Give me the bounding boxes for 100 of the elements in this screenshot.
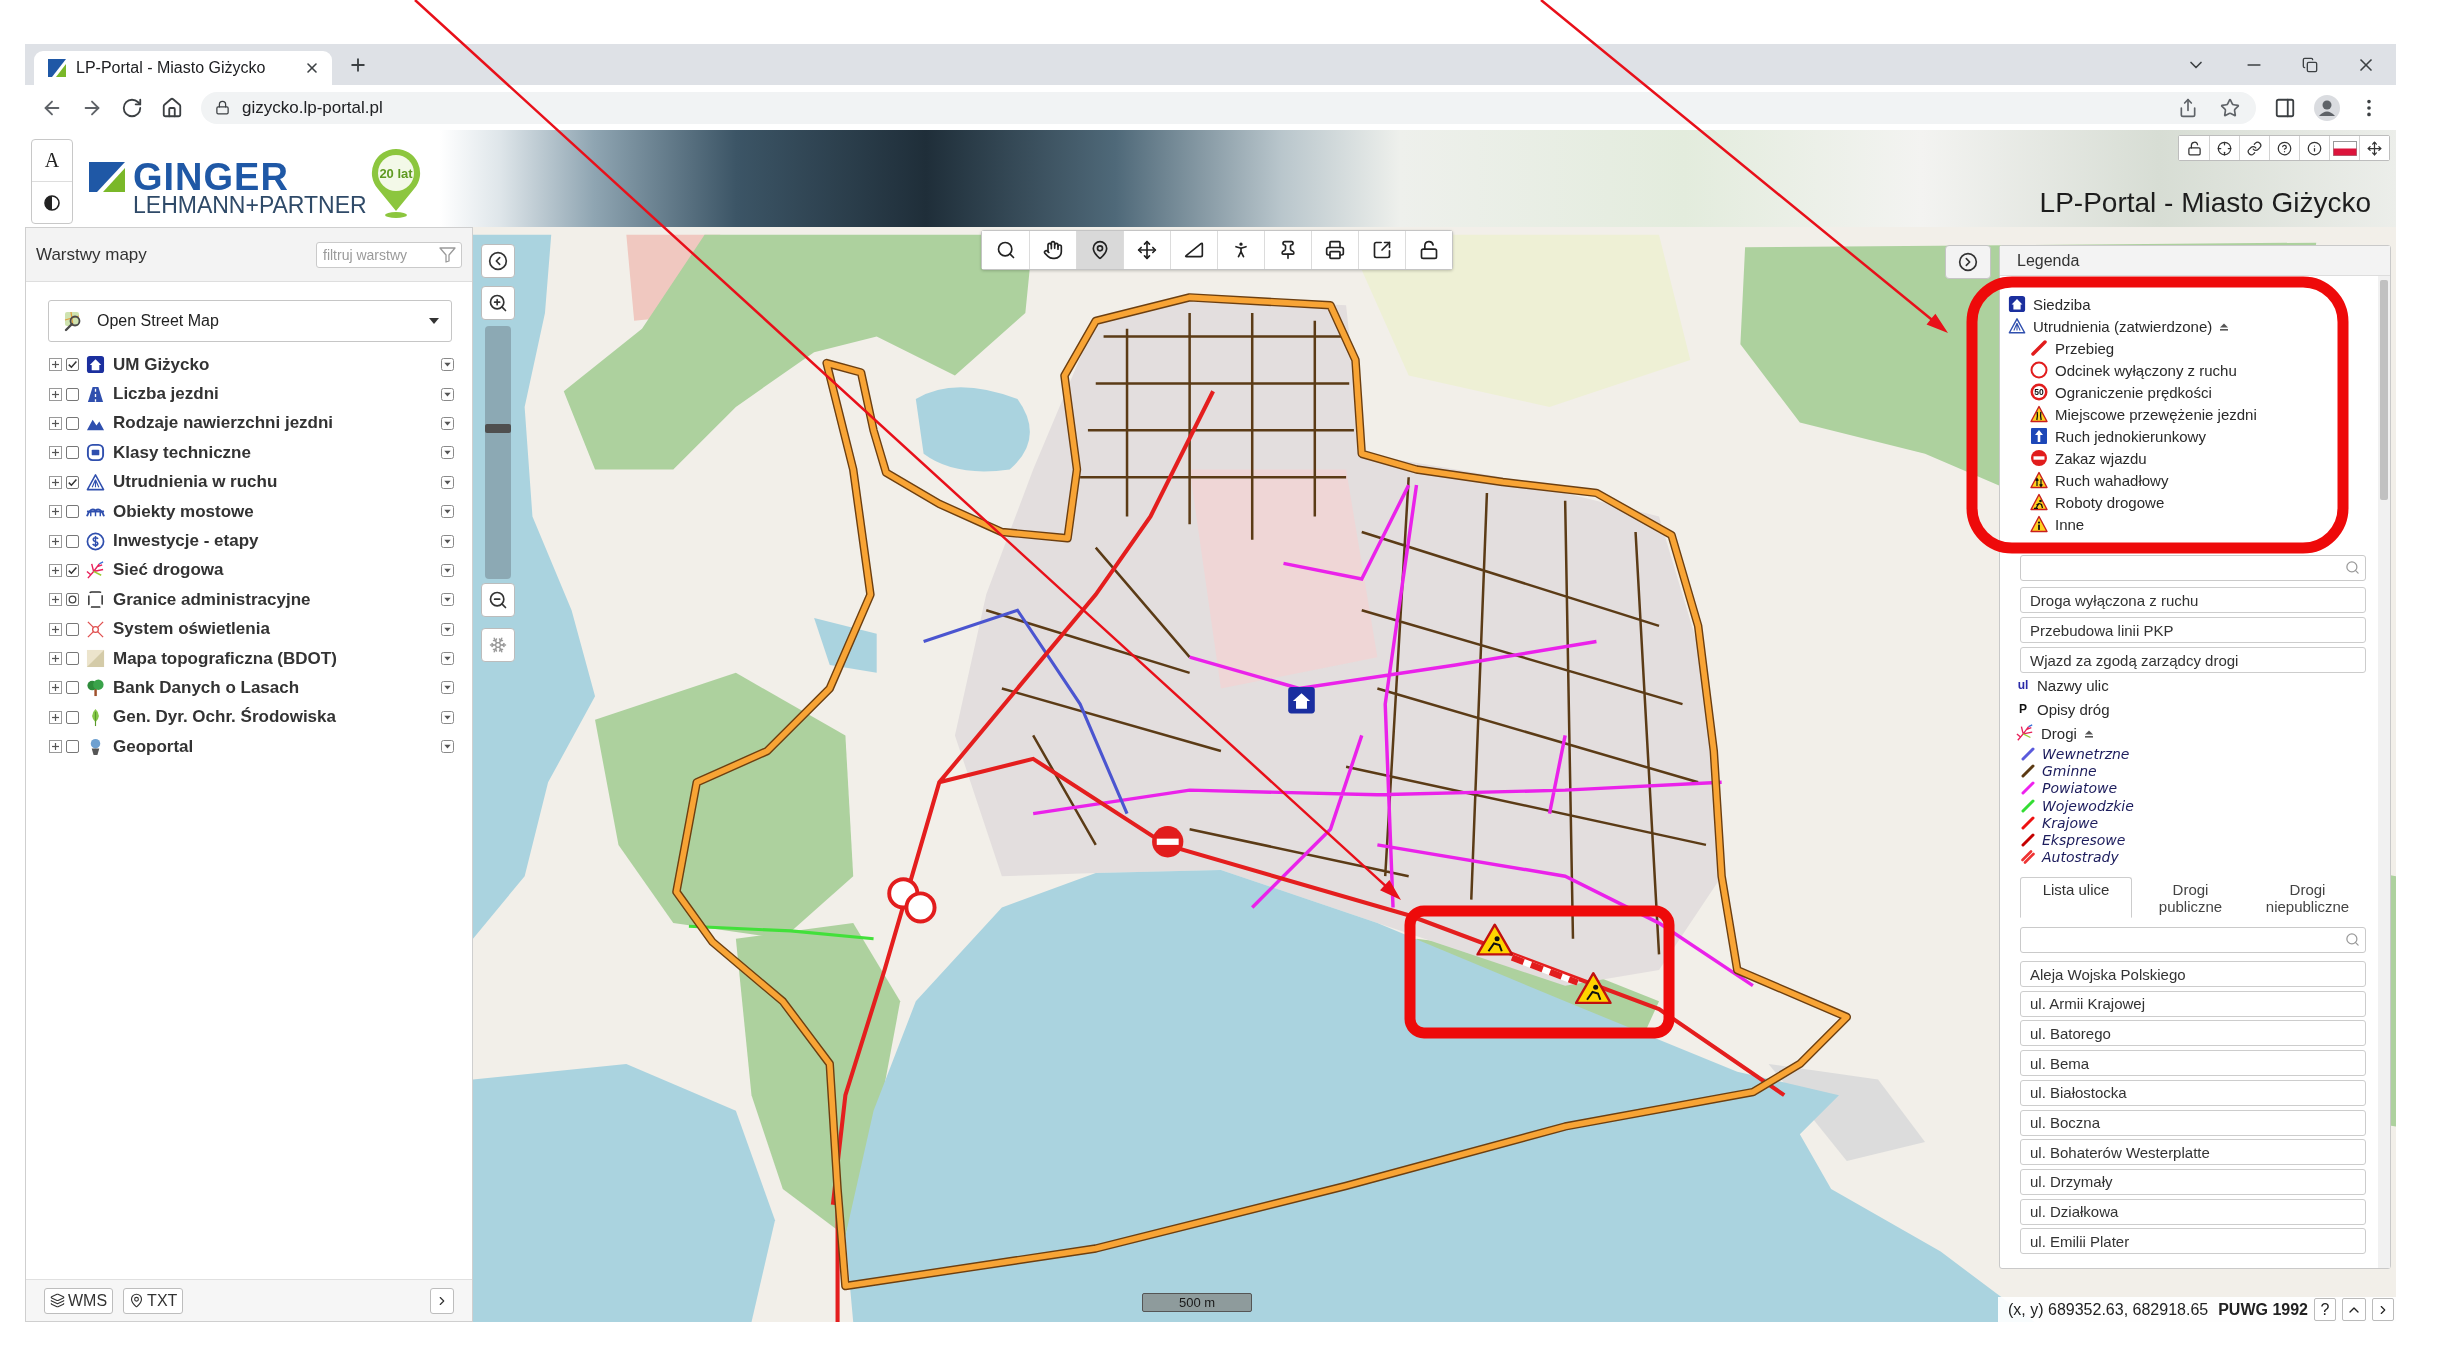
layer-checkbox[interactable]	[66, 593, 79, 607]
layer-name[interactable]: Sieć drogowa	[113, 560, 441, 581]
reload-icon[interactable]	[121, 96, 143, 119]
collapse-button[interactable]	[2342, 1298, 2366, 1321]
next-button[interactable]	[2372, 1298, 2394, 1321]
zoom-in-button[interactable]	[481, 286, 515, 320]
expand-icon[interactable]	[49, 358, 62, 372]
print-tool-button[interactable]	[1311, 231, 1358, 269]
collapse-toggle-icon[interactable]	[2219, 321, 2230, 331]
expand-icon[interactable]	[49, 563, 62, 577]
ruler-triangle-tool-button[interactable]	[1170, 231, 1217, 269]
collapse-toggle-icon[interactable]	[2083, 728, 2094, 738]
pushpin-tool-button[interactable]	[1264, 231, 1311, 269]
layer-name[interactable]: Geoportal	[113, 736, 441, 757]
closed-section-line[interactable]	[1510, 954, 1579, 986]
layer-checkbox[interactable]	[66, 681, 79, 695]
txt-button[interactable]: TXT	[123, 1287, 184, 1314]
layer-name[interactable]: Obiekty mostowe	[113, 501, 441, 522]
layer-checkbox[interactable]	[66, 710, 79, 724]
collapse-panel-button[interactable]	[481, 244, 515, 278]
layer-name[interactable]: UM Giżycko	[113, 354, 441, 375]
expand-icon[interactable]	[49, 593, 62, 607]
layer-name[interactable]: Mapa topograficzna (BDOT)	[113, 648, 441, 669]
layer-name[interactable]: Rodzaje nawierzchni jezdni	[113, 413, 441, 434]
street-item[interactable]: ul. Bema	[2020, 1050, 2366, 1077]
layer-menu-icon[interactable]	[441, 475, 454, 489]
layer-menu-icon[interactable]	[441, 652, 454, 666]
hand-tool-button[interactable]	[1029, 231, 1076, 269]
layer-name[interactable]: Inwestycje - etapy	[113, 531, 441, 552]
font-size-button[interactable]: A	[32, 140, 72, 181]
street-item[interactable]: ul. Bohaterów Westerplatte	[2020, 1139, 2366, 1166]
layer-menu-icon[interactable]	[441, 740, 454, 754]
restore-icon[interactable]	[2302, 56, 2318, 73]
person-tool-button[interactable]	[1217, 231, 1264, 269]
side-panel-icon[interactable]	[2274, 96, 2296, 119]
home-icon[interactable]	[161, 96, 183, 119]
layer-checkbox[interactable]	[66, 416, 79, 430]
street-item[interactable]: ul. Białostocka	[2020, 1079, 2366, 1106]
unlock-tool-button[interactable]	[1405, 231, 1452, 269]
filter-option[interactable]: Droga wyłączona z ruchu	[2020, 587, 2366, 613]
snowflake-button[interactable]	[481, 628, 515, 662]
layer-menu-icon[interactable]	[441, 446, 454, 460]
expand-icon[interactable]	[49, 710, 62, 724]
layer-menu-icon[interactable]	[441, 710, 454, 724]
filter-field[interactable]: filtruj warstwy	[316, 241, 462, 268]
street-item[interactable]: ul. Emilii Plater	[2020, 1228, 2366, 1255]
wms-button[interactable]: WMS	[44, 1287, 114, 1314]
expand-icon[interactable]	[49, 446, 62, 460]
legend-toggle-button[interactable]	[1945, 245, 1991, 279]
layer-name[interactable]: Granice administracyjne	[113, 589, 441, 610]
language-button[interactable]	[2329, 136, 2359, 160]
layer-name[interactable]: Utrudnienia w ruchu	[113, 472, 441, 493]
home-marker-icon[interactable]	[1288, 686, 1315, 714]
browser-tab[interactable]: LP-Portal - Miasto Giżycko	[34, 51, 332, 85]
layer-checkbox[interactable]	[66, 563, 79, 577]
layer-menu-icon[interactable]	[441, 358, 454, 372]
closed-road-marker-icon[interactable]	[904, 891, 937, 924]
layer-menu-icon[interactable]	[441, 534, 454, 548]
expand-panel-button[interactable]	[430, 1287, 454, 1314]
expand-icon[interactable]	[49, 475, 62, 489]
layer-name[interactable]: System oświetlenia	[113, 619, 441, 640]
search-tool-button[interactable]	[982, 231, 1029, 269]
layer-checkbox[interactable]	[66, 505, 79, 519]
layer-menu-icon[interactable]	[441, 505, 454, 519]
scrollbar-thumb[interactable]	[2380, 280, 2388, 500]
layer-checkbox[interactable]	[66, 534, 79, 548]
layer-checkbox[interactable]	[66, 622, 79, 636]
street-item[interactable]: Aleja Wojska Polskiego	[2020, 961, 2366, 988]
expand-icon[interactable]	[49, 387, 62, 401]
layer-menu-icon[interactable]	[441, 622, 454, 636]
address-bar[interactable]: gizycko.lp-portal.pl	[201, 91, 2256, 124]
layer-menu-icon[interactable]	[441, 387, 454, 401]
street-item[interactable]: ul. Armii Krajowej	[2020, 990, 2366, 1017]
basemap-dropdown[interactable]: Open Street Map	[48, 300, 452, 342]
filter-option[interactable]: Wjazd za zgodą zarządcy drogi	[2020, 647, 2366, 673]
map-pin-tool-button[interactable]	[1076, 231, 1123, 269]
layer-menu-icon[interactable]	[441, 416, 454, 430]
layer-checkbox[interactable]	[66, 652, 79, 666]
layer-checkbox[interactable]	[66, 446, 79, 460]
move-button[interactable]	[2359, 136, 2389, 160]
filter-option[interactable]: Przebudowa linii PKP	[2020, 617, 2366, 643]
expand-icon[interactable]	[49, 416, 62, 430]
expand-icon[interactable]	[49, 740, 62, 754]
street-item[interactable]: ul. Drzymały	[2020, 1168, 2366, 1195]
expand-icon[interactable]	[49, 534, 62, 548]
layer-menu-icon[interactable]	[441, 563, 454, 577]
layer-checkbox[interactable]	[66, 387, 79, 401]
roadworks-sign-icon[interactable]	[1574, 972, 1612, 1005]
zoom-out-button[interactable]	[481, 583, 515, 617]
layer-menu-icon[interactable]	[441, 681, 454, 695]
layer-checkbox[interactable]	[66, 358, 79, 372]
filter-icon[interactable]	[439, 246, 456, 263]
move-tool-button[interactable]	[1123, 231, 1170, 269]
layer-name[interactable]: Liczba jezdni	[113, 384, 441, 405]
legend-tab[interactable]: Lista ulice	[2020, 877, 2132, 919]
street-item[interactable]: ul. Działkowa	[2020, 1198, 2366, 1225]
zoom-slider[interactable]	[485, 326, 511, 579]
close-tab-icon[interactable]	[304, 60, 320, 76]
bookmark-star-icon[interactable]	[2220, 97, 2240, 118]
zoom-slider-thumb[interactable]	[485, 423, 511, 433]
